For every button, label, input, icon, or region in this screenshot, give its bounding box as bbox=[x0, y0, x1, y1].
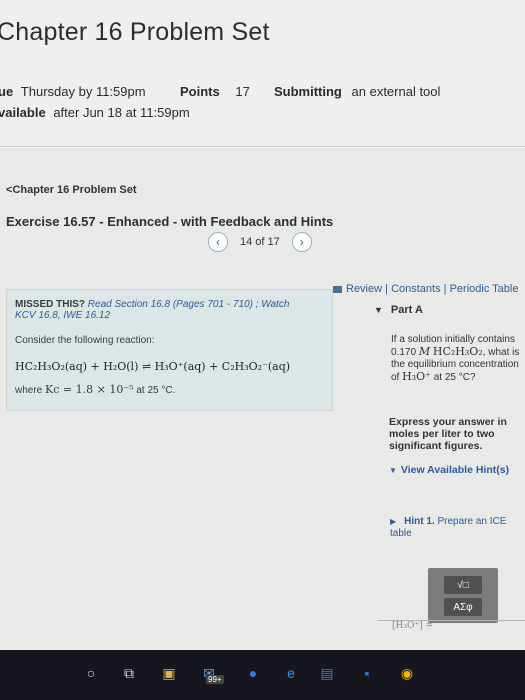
answer-instructions: Express your answer in moles per liter t… bbox=[389, 416, 507, 452]
view-hints-toggle[interactable]: ▼ View Available Hint(s) bbox=[389, 464, 509, 477]
reading-link[interactable]: Read Section 16.8 (Pages 701 - 710) ; Wa… bbox=[88, 299, 290, 310]
periodic-table-link[interactable]: Periodic Table bbox=[450, 283, 519, 295]
answer-label: [H₃O⁺] = bbox=[392, 621, 434, 631]
caret-down-icon: ▼ bbox=[374, 305, 383, 315]
search-circle-icon[interactable]: ○ bbox=[82, 664, 100, 682]
consider-text: Consider the following reaction: bbox=[15, 335, 155, 346]
kc-expression: Kc = 1.8 × 10⁻⁵ bbox=[45, 383, 134, 396]
reaction-equation: HC₂H₃O₂(aq) + H₂O(l) ⇌ H₃O⁺(aq) + C₂H₃O₂… bbox=[15, 360, 291, 373]
header-divider bbox=[0, 146, 525, 147]
missed-this-note: MISSED THIS? Read Section 16.8 (Pages 70… bbox=[15, 299, 290, 321]
item-pager: ‹ 14 of 17 › bbox=[208, 232, 312, 252]
store-icon[interactable]: ▣ bbox=[160, 664, 178, 682]
page-title: Chapter 16 Problem Set bbox=[0, 18, 270, 46]
exercise-title: Exercise 16.57 - Enhanced - with Feedbac… bbox=[6, 214, 334, 229]
previous-item-button[interactable]: ‹ bbox=[208, 232, 228, 252]
settings-icon[interactable]: ▪ bbox=[358, 664, 376, 682]
submitting-value: an external tool bbox=[351, 84, 441, 99]
notification-badge: 99+ bbox=[206, 675, 224, 684]
submitting-row: Submitting an external tool bbox=[274, 84, 441, 99]
chevron-left-icon: ‹ bbox=[216, 235, 220, 249]
kcv-link[interactable]: KCV 16.8, IWE 16.12 bbox=[15, 310, 110, 321]
caret-right-icon: ▶ bbox=[390, 517, 397, 526]
next-item-button[interactable]: › bbox=[291, 232, 312, 252]
kc-statement: where Kc = 1.8 × 10⁻⁵ at 25 °C. bbox=[15, 383, 176, 396]
pager-position: 14 of 17 bbox=[240, 236, 280, 248]
windows-taskbar: ○ ⧉ ▣ ✉ 99+ ● e ▤ ▪ ◉ bbox=[0, 650, 525, 700]
caret-down-icon: ▼ bbox=[389, 466, 397, 475]
part-a-toggle[interactable]: ▼ Part A bbox=[374, 304, 423, 316]
chrome-icon[interactable]: ◉ bbox=[398, 664, 416, 682]
review-icon bbox=[333, 285, 342, 293]
question-text: If a solution initially contains 0.170 M… bbox=[391, 334, 520, 383]
chevron-right-icon: › bbox=[299, 235, 304, 249]
symbols-button[interactable]: ΑΣφ bbox=[444, 598, 482, 616]
math-toolbar: √□ ΑΣφ bbox=[428, 568, 498, 623]
answer-input-area[interactable]: [H₃O⁺] = bbox=[378, 620, 525, 651]
templates-button[interactable]: √□ bbox=[444, 576, 482, 594]
review-link[interactable]: Review bbox=[346, 283, 382, 295]
available-row: vailable after Jun 18 at 11:59pm bbox=[0, 105, 190, 120]
due-row: ue Thursday by 11:59pm bbox=[0, 84, 146, 99]
hint-1[interactable]: ▶ Hint 1. Prepare an ICE table bbox=[390, 516, 525, 540]
points-value: 17 bbox=[235, 84, 250, 99]
edge-icon[interactable]: e bbox=[282, 664, 300, 682]
resource-links: Review | Constants | Periodic Table bbox=[333, 283, 518, 295]
chat-icon[interactable]: ● bbox=[244, 664, 262, 682]
due-value: Thursday by 11:59pm bbox=[20, 84, 146, 99]
available-value: after Jun 18 at 11:59pm bbox=[53, 105, 190, 120]
points-row: Points 17 bbox=[180, 84, 250, 99]
assignment-header: Chapter 16 Problem Set ue Thursday by 11… bbox=[0, 0, 525, 148]
problem-intro-box: MISSED THIS? Read Section 16.8 (Pages 70… bbox=[6, 289, 333, 411]
task-view-icon[interactable]: ⧉ bbox=[120, 664, 138, 682]
explorer-icon[interactable]: ▤ bbox=[318, 664, 336, 682]
constants-link[interactable]: Constants bbox=[391, 283, 441, 295]
breadcrumb[interactable]: <Chapter 16 Problem Set bbox=[6, 184, 137, 196]
